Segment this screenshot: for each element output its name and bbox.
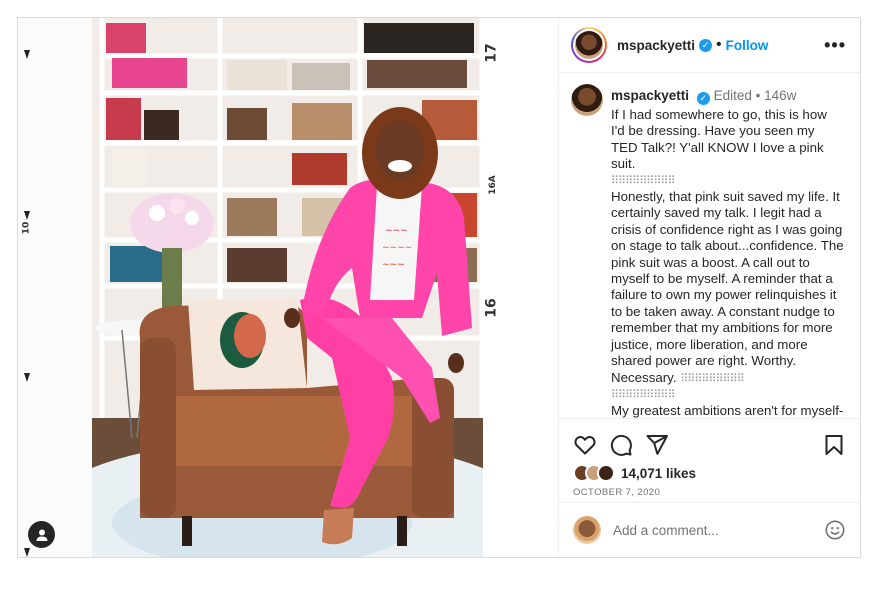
caption-section: mspackyetti ✓ Edited • 146w If I had som… bbox=[559, 74, 860, 418]
avatar-image bbox=[575, 31, 603, 59]
comment-icon[interactable] bbox=[609, 433, 633, 457]
avatar-image bbox=[571, 84, 603, 116]
heart-icon[interactable] bbox=[573, 433, 597, 457]
svg-text:~~~~: ~~~~ bbox=[382, 243, 412, 253]
caption-paragraph-2: Honestly, that pink suit saved my life. … bbox=[611, 189, 844, 387]
margin-tick bbox=[24, 548, 30, 557]
comment-bar bbox=[559, 502, 860, 557]
caption-paragraph-3: My greatest ambitions aren't for myself-… bbox=[611, 403, 844, 418]
avatar[interactable] bbox=[571, 27, 607, 63]
edited-label: Edited bbox=[713, 88, 752, 103]
person-icon bbox=[36, 529, 47, 541]
ruler-label-left: 10 bbox=[21, 221, 32, 235]
margin-tick bbox=[24, 373, 30, 382]
caption-spacer-dots: ⠿⠿⠿⠿⠿⠿⠿⠿⠿ bbox=[611, 174, 676, 187]
ruler-label-low: 16 bbox=[483, 298, 500, 318]
post-age[interactable]: 146w bbox=[764, 88, 796, 103]
ruler-label-top: 17 bbox=[483, 43, 500, 63]
emoji-icon[interactable] bbox=[824, 519, 846, 541]
post-sidebar: mspackyetti ✓ • Follow ••• mspackyetti ✓… bbox=[558, 18, 860, 557]
bookmark-icon[interactable] bbox=[822, 433, 846, 457]
verified-badge-icon: ✓ bbox=[699, 38, 713, 52]
current-user-avatar bbox=[573, 516, 601, 544]
post-photo[interactable]: ~~~ ~~~~ ~~~ bbox=[92, 18, 483, 557]
likes-count[interactable]: 14,071 likes bbox=[621, 466, 696, 481]
ruler-label-mid: 16A bbox=[487, 175, 498, 195]
comment-input[interactable] bbox=[613, 522, 824, 538]
post-actions-section: 14,071 likes OCTOBER 7, 2020 bbox=[559, 418, 860, 557]
scan-margin-left: 10 bbox=[18, 18, 92, 557]
user-tag-icon[interactable] bbox=[28, 521, 55, 548]
caption-spacer-dots: ⠿⠿⠿⠿⠿⠿⠿⠿⠿ bbox=[611, 388, 676, 401]
header-separator: • bbox=[716, 36, 722, 53]
svg-text:~~~: ~~~ bbox=[385, 226, 408, 236]
likes-row: 14,071 likes bbox=[559, 459, 860, 483]
liker-avatar[interactable] bbox=[597, 464, 615, 482]
verified-badge-icon: ✓ bbox=[696, 92, 710, 105]
action-bar bbox=[559, 419, 860, 459]
margin-tick bbox=[24, 50, 30, 59]
caption-username[interactable]: mspackyetti bbox=[611, 88, 689, 103]
svg-text:~~~: ~~~ bbox=[382, 260, 405, 270]
caption-paragraph-2-text: Honestly, that pink suit saved my life. … bbox=[611, 189, 848, 385]
share-icon[interactable] bbox=[645, 433, 669, 457]
caption-paragraph-1: If I had somewhere to go, this is how I'… bbox=[611, 107, 831, 172]
photo-illustration: ~~~ ~~~~ ~~~ bbox=[92, 18, 483, 557]
post-media: 10 ~~~ ~~~~ ~~~ 17 16A 16 bbox=[18, 18, 558, 557]
caption-spacer-dots: ⠿⠿⠿⠿⠿⠿⠿⠿⠿ bbox=[680, 372, 745, 385]
caption-separator: • bbox=[755, 88, 761, 103]
username-link[interactable]: mspackyetti bbox=[617, 38, 695, 53]
caption-avatar[interactable] bbox=[571, 84, 603, 116]
follow-button[interactable]: Follow bbox=[726, 38, 769, 53]
instagram-post: 10 ~~~ ~~~~ ~~~ 17 16A 16 mspackyetti ✓ … bbox=[17, 17, 861, 558]
scan-margin-right: 17 16A 16 bbox=[483, 18, 558, 557]
post-header: mspackyetti ✓ • Follow ••• bbox=[559, 18, 860, 73]
post-date[interactable]: OCTOBER 7, 2020 bbox=[559, 483, 860, 498]
more-options-icon[interactable]: ••• bbox=[824, 35, 846, 56]
margin-tick bbox=[24, 211, 30, 220]
